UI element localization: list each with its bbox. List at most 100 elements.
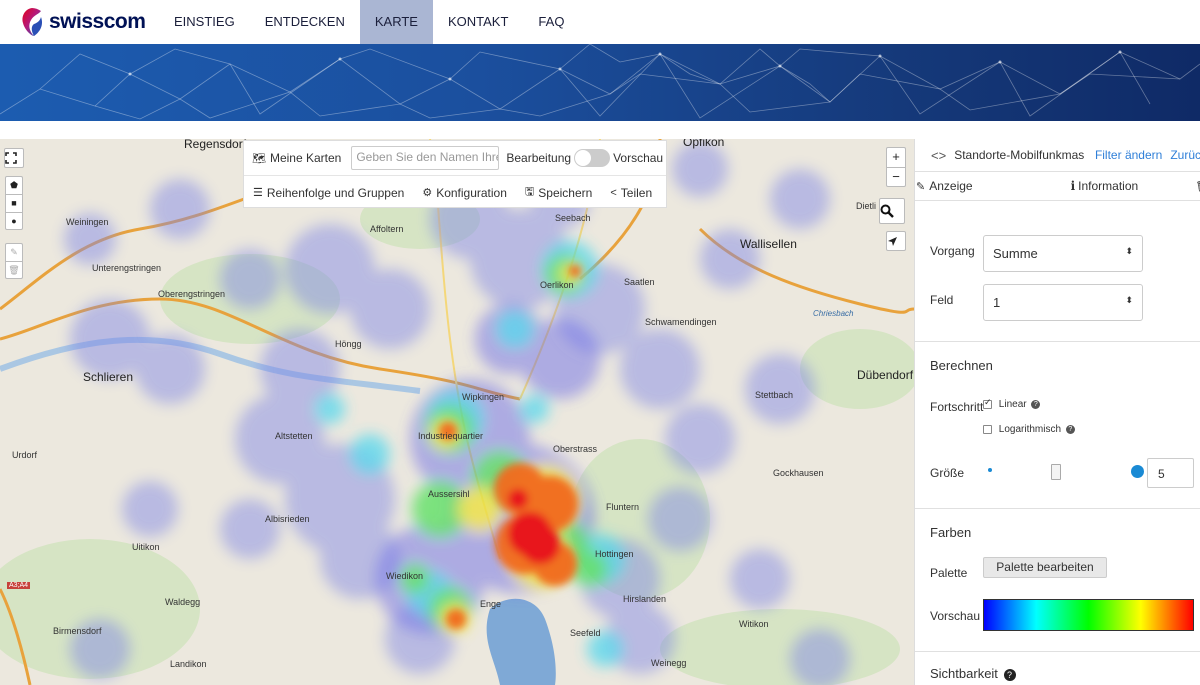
map-search-button[interactable] bbox=[879, 198, 905, 224]
network-pattern-graphic bbox=[0, 44, 1200, 120]
place-enge: Enge bbox=[480, 599, 502, 609]
visibility-section-title: Sichtbarkeit ? bbox=[930, 666, 1016, 681]
list-icon: ☰ bbox=[253, 187, 263, 199]
configuration-button[interactable]: ⚙ Konfiguration bbox=[422, 186, 507, 200]
nav-item-einstieg[interactable]: EINSTIEG bbox=[159, 0, 250, 44]
zoom-in-button[interactable]: + bbox=[886, 147, 906, 167]
map-name-input[interactable]: Geben Sie den Namen Ihre bbox=[351, 146, 500, 170]
help-icon: ? bbox=[1031, 399, 1041, 409]
heatmap-layer bbox=[0, 139, 914, 685]
square-icon: ■ bbox=[11, 198, 17, 208]
draw-polygon-button[interactable]: ⬟ bbox=[5, 176, 23, 194]
tab-information[interactable]: i Information bbox=[1071, 179, 1139, 193]
place-albisrieden: Albisrieden bbox=[265, 514, 310, 524]
fullscreen-button[interactable] bbox=[4, 148, 24, 168]
place-hirslanden: Hirslanden bbox=[623, 594, 667, 604]
place-wipkingen: Wipkingen bbox=[462, 392, 505, 402]
field-select[interactable]: 1 ⬍ bbox=[983, 284, 1143, 321]
visibility-title-text: Sichtbarkeit bbox=[930, 666, 998, 681]
select-arrows-icon: ⬍ bbox=[1125, 295, 1133, 305]
select-arrows-icon: ⬍ bbox=[1125, 246, 1133, 256]
operation-label: Vorgang bbox=[930, 244, 975, 258]
draw-circle-button[interactable]: ● bbox=[5, 212, 23, 230]
polygon-icon: ⬟ bbox=[10, 180, 18, 190]
nav-item-entdecken[interactable]: ENTDECKEN bbox=[250, 0, 360, 44]
logarithmic-checkbox[interactable] bbox=[983, 424, 992, 434]
progress-label: Fortschritt bbox=[930, 400, 984, 414]
place-witikon: Witikon bbox=[739, 619, 769, 629]
linear-option[interactable]: ✓ Linear ? bbox=[983, 397, 1041, 410]
share-button[interactable]: < Teilen bbox=[610, 186, 652, 200]
logarithmic-option[interactable]: Logarithmisch ? bbox=[983, 424, 1075, 435]
colors-section-title: Farben bbox=[930, 525, 972, 540]
place-hongg: Höngg bbox=[335, 339, 362, 349]
map-toolbar: 🗺 Meine Karten Geben Sie den Namen Ihre … bbox=[243, 140, 667, 208]
field-label: Feld bbox=[930, 293, 954, 307]
operation-select[interactable]: Summe ⬍ bbox=[983, 235, 1143, 272]
draw-rectangle-button[interactable]: ■ bbox=[5, 194, 23, 212]
place-altstetten: Altstetten bbox=[275, 431, 313, 441]
filter-change-link[interactable]: Filter ändern bbox=[1095, 148, 1162, 162]
place-saatlen: Saatlen bbox=[624, 277, 655, 287]
swisscom-logo-icon bbox=[22, 8, 43, 36]
place-hottingen: Hottingen bbox=[595, 549, 634, 559]
size-input[interactable]: 5 bbox=[1147, 458, 1194, 488]
toggle-knob bbox=[575, 150, 592, 166]
road-sign-a3a4: A3;A4 bbox=[7, 582, 31, 589]
place-oberstrass: Oberstrass bbox=[553, 444, 598, 454]
tab-display-label: Anzeige bbox=[929, 179, 973, 193]
spacer bbox=[0, 121, 1200, 139]
delete-layer-icon[interactable]: 🗑 bbox=[1195, 180, 1200, 193]
circle-icon: ● bbox=[11, 216, 17, 226]
place-stettbach: Stettbach bbox=[755, 390, 794, 400]
place-aussersihl: Aussersihl bbox=[428, 489, 470, 499]
place-unterengstringen: Unterengstringen bbox=[92, 263, 162, 273]
share-label: Teilen bbox=[620, 185, 653, 200]
tab-display[interactable]: ✎ Anzeige bbox=[916, 179, 973, 193]
place-landikon: Landikon bbox=[170, 659, 207, 669]
linear-checkbox[interactable]: ✓ bbox=[983, 397, 992, 409]
share-icon: < bbox=[610, 186, 617, 199]
back-link[interactable]: Zurüc bbox=[1170, 148, 1200, 162]
divider bbox=[915, 651, 1200, 652]
place-wiedikon: Wiedikon bbox=[386, 571, 424, 581]
size-label: Größe bbox=[930, 466, 965, 480]
palette-label: Palette bbox=[930, 566, 968, 580]
place-urdorf: Urdorf bbox=[12, 450, 38, 460]
collapse-panel-icon[interactable]: <> bbox=[931, 148, 946, 163]
size-slider-handle[interactable] bbox=[1051, 464, 1061, 480]
editing-toggle[interactable] bbox=[574, 149, 611, 167]
brand-name: swisscom bbox=[49, 10, 146, 33]
hero-banner bbox=[0, 44, 1200, 121]
linear-label: Linear bbox=[998, 399, 1027, 410]
divider bbox=[915, 508, 1200, 509]
nav-item-kontakt[interactable]: KONTAKT bbox=[433, 0, 523, 44]
tab-information-label: Information bbox=[1078, 179, 1139, 193]
brand-logo[interactable]: swisscom bbox=[20, 7, 159, 37]
zoom-out-button[interactable]: − bbox=[886, 167, 906, 187]
preview-label: Vorschau bbox=[613, 151, 664, 165]
place-oberengstringen: Oberengstringen bbox=[158, 289, 226, 299]
nav-item-faq[interactable]: FAQ bbox=[523, 0, 579, 44]
save-button[interactable]: 🖫 Speichern bbox=[525, 183, 592, 202]
place-uitikon: Uitikon bbox=[132, 542, 160, 552]
order-groups-button[interactable]: ☰ Reihenfolge und Gruppen bbox=[253, 186, 404, 200]
locate-button[interactable] bbox=[886, 231, 906, 251]
delete-shape-button[interactable]: 🗑 bbox=[5, 261, 23, 279]
floppy-disk-icon: 🖫 bbox=[524, 186, 535, 198]
place-opfikon: Opfikon bbox=[683, 139, 725, 149]
palette-gradient-preview bbox=[983, 599, 1194, 631]
edit-palette-button[interactable]: Palette bearbeiten bbox=[983, 557, 1107, 578]
stream-chriesbach: Chriesbach bbox=[813, 309, 854, 318]
edit-shape-button[interactable]: ✎ bbox=[5, 243, 23, 261]
map-canvas[interactable]: Regensdorf Opfikon Weiningen Affoltern S… bbox=[0, 139, 914, 685]
calculate-section-title: Berechnen bbox=[930, 358, 993, 373]
place-dubendorf: Dübendorf bbox=[857, 368, 914, 382]
my-maps-button[interactable]: 🗺 Meine Karten bbox=[252, 151, 341, 165]
order-groups-label: Reihenfolge und Gruppen bbox=[266, 185, 405, 200]
place-weinegg: Weinegg bbox=[651, 658, 687, 668]
search-icon bbox=[880, 204, 894, 218]
nav-item-karte[interactable]: KARTE bbox=[359, 0, 433, 44]
place-schwamendingen: Schwamendingen bbox=[645, 317, 717, 327]
top-navigation: swisscom EINSTIEG ENTDECKEN KARTE KONTAK… bbox=[0, 0, 1200, 44]
